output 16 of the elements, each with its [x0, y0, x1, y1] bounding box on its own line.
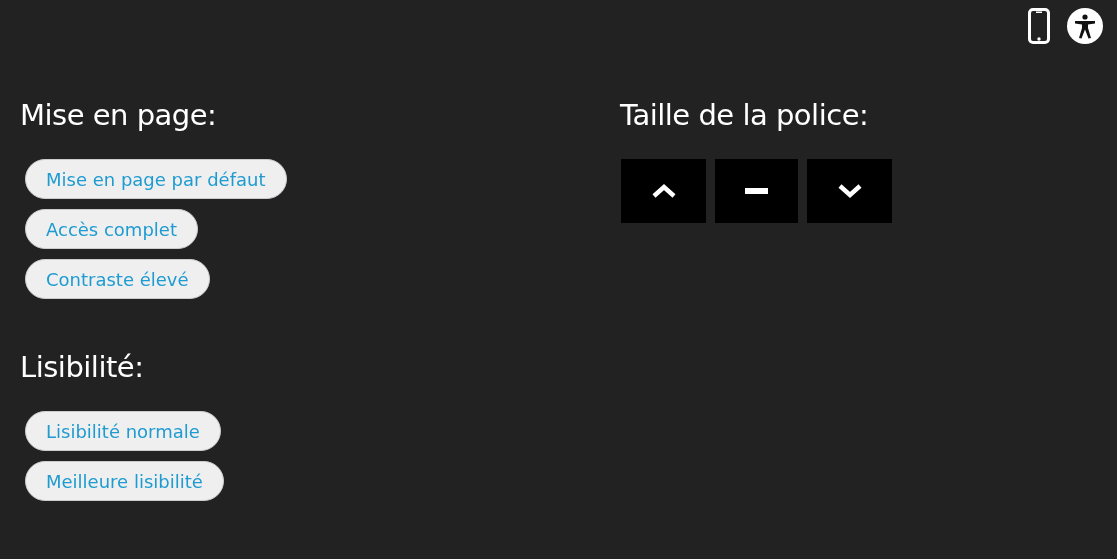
accessibility-icon[interactable] — [1067, 8, 1103, 44]
chevron-up-icon — [650, 183, 677, 199]
phone-icon[interactable] — [1028, 8, 1050, 44]
layout-option-button[interactable]: Accès complet — [25, 209, 198, 249]
minus-icon — [744, 187, 769, 195]
reset-font-button[interactable] — [715, 159, 798, 223]
readability-option-button[interactable]: Meilleure lisibilité — [25, 461, 224, 501]
readability-option-button[interactable]: Lisibilité normale — [25, 411, 221, 451]
increase-font-button[interactable] — [621, 159, 706, 223]
layout-option-button[interactable]: Contraste élevé — [25, 259, 210, 299]
section-heading: Lisibilité: — [20, 349, 145, 386]
layout-option-button[interactable]: Mise en page par défaut — [25, 159, 287, 199]
decrease-font-button[interactable] — [807, 159, 892, 223]
section-heading: Taille de la police: — [620, 97, 870, 134]
section-heading: Mise en page: — [20, 97, 218, 134]
chevron-down-icon — [836, 183, 863, 199]
